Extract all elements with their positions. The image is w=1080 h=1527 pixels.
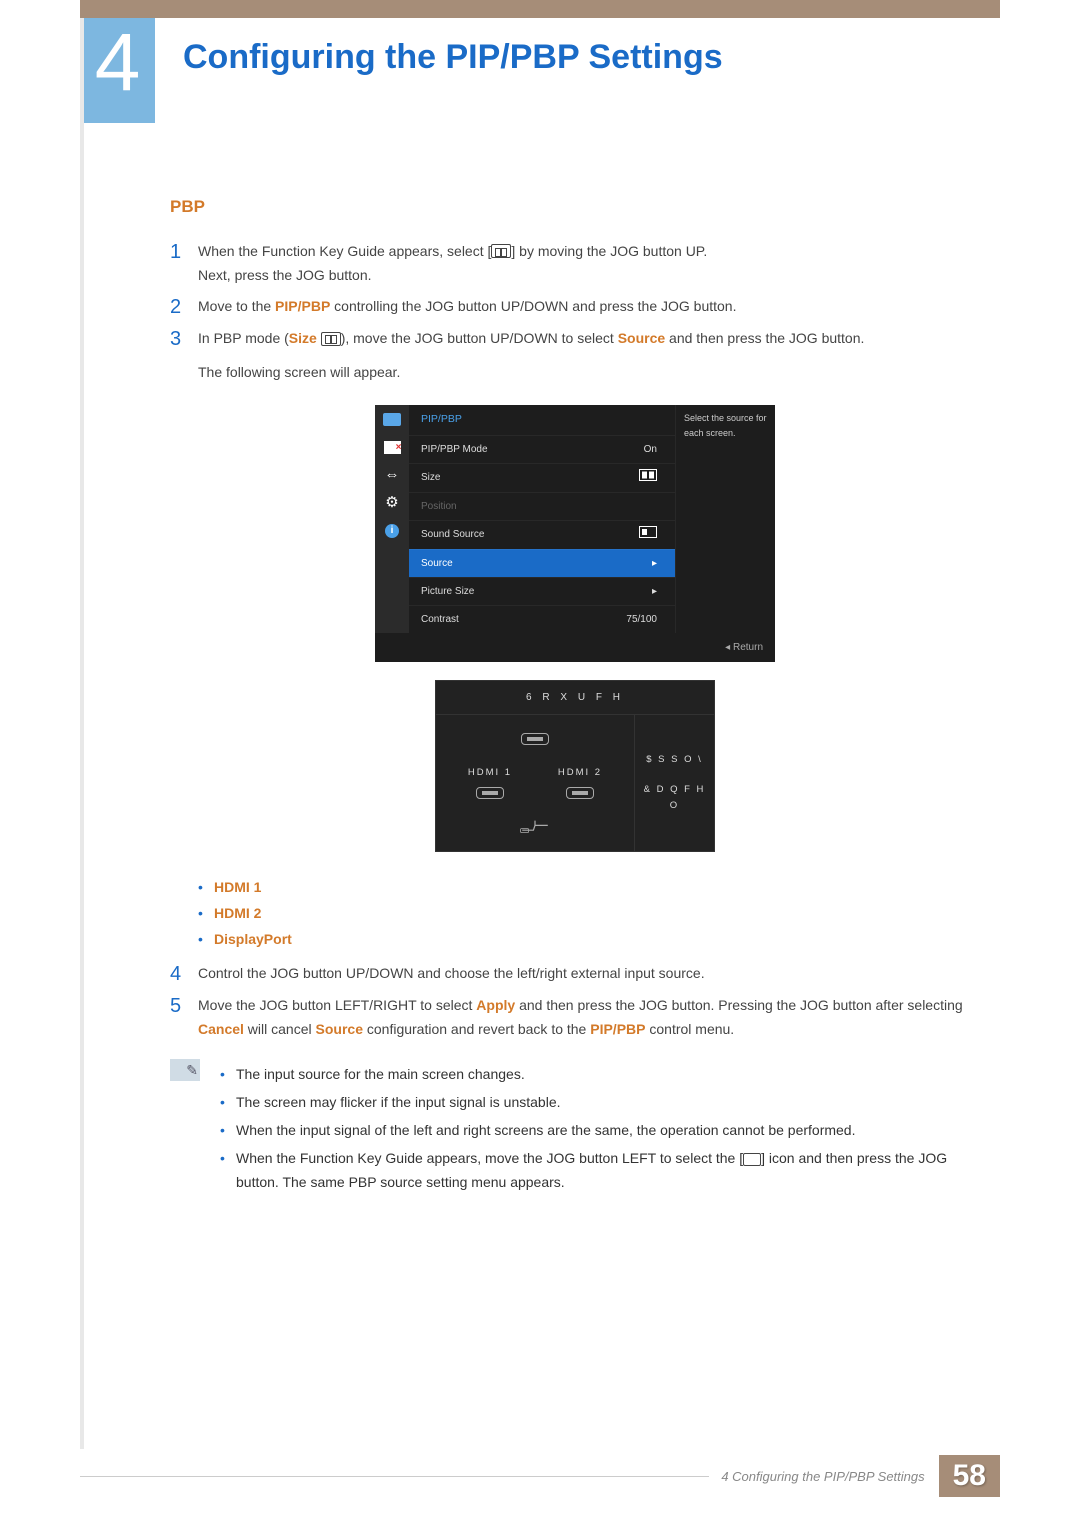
osd2-hdmi1: HDMI 1 xyxy=(460,765,520,811)
page-footer: 4 Configuring the PIP/PBP Settings 58 xyxy=(80,1455,1000,1497)
menu-grid-icon xyxy=(491,244,511,258)
page: 4 Configuring the PIP/PBP Settings PBP 1… xyxy=(0,0,1080,1527)
osd-help-text: Select the source for each screen. xyxy=(675,405,775,633)
osd-footer: ◂ Return xyxy=(375,633,775,662)
osd2-apply: $ S S O \ xyxy=(639,752,710,768)
top-accent-bar xyxy=(80,0,1000,18)
note-block: •The input source for the main screen ch… xyxy=(170,1059,980,1198)
displayport-icon xyxy=(518,819,552,835)
osd-main: PIP/PBP PIP/PBP ModeOn Size Position Sou… xyxy=(409,405,675,633)
note-icon xyxy=(170,1059,200,1081)
osd-row-position: Position xyxy=(409,492,675,520)
osd-row-mode: PIP/PBP ModeOn xyxy=(409,435,675,463)
osd-row-source: Source▸ xyxy=(409,549,675,577)
osd-sidebar: i xyxy=(375,405,409,633)
step-text: In PBP mode (Size ), move the JOG button… xyxy=(198,327,980,385)
sound-left-icon xyxy=(639,526,657,544)
osd2-cancel: & D Q F H O xyxy=(639,782,710,814)
pbp-size-icon xyxy=(321,332,341,346)
pip-tab-icon xyxy=(382,467,402,483)
step-text: Control the JOG button UP/DOWN and choos… xyxy=(198,962,980,986)
chevron-right-icon: ▸ xyxy=(652,583,657,600)
step-5: 5 Move the JOG button LEFT/RIGHT to sele… xyxy=(170,994,980,1042)
chapter-badge: 4 xyxy=(80,18,155,123)
return-arrow-icon: ◂ xyxy=(725,642,733,653)
option-hdmi1: HDMI 1 xyxy=(214,876,261,900)
pbp-split-icon xyxy=(639,469,657,487)
step-3: 3 In PBP mode (Size ), move the JOG butt… xyxy=(170,327,980,385)
step-number: 2 xyxy=(170,295,198,319)
step-number: 1 xyxy=(170,240,198,288)
step-2: 2 Move to the PIP/PBP controlling the JO… xyxy=(170,295,980,319)
osd2-left-panel: HDMI 1 HDMI 2 xyxy=(436,715,634,851)
note-list: •The input source for the main screen ch… xyxy=(220,1059,980,1198)
osd-row-size: Size xyxy=(409,463,675,492)
footer-chapter-label: 4 Configuring the PIP/PBP Settings xyxy=(721,1469,924,1484)
source-icon xyxy=(743,1153,761,1166)
page-number: 58 xyxy=(939,1455,1000,1497)
section-heading: PBP xyxy=(170,193,980,222)
step-text: Move the JOG button LEFT/RIGHT to select… xyxy=(198,994,980,1042)
osd-row-picsize: Picture Size▸ xyxy=(409,577,675,605)
hdmi-port-icon xyxy=(521,733,549,745)
osd-title: PIP/PBP xyxy=(409,405,675,435)
picture-tab-icon xyxy=(382,411,402,427)
hdmi-port-icon xyxy=(566,787,594,799)
option-displayport: DisplayPort xyxy=(214,928,292,952)
step-1: 1 When the Function Key Guide appears, s… xyxy=(170,240,980,288)
info-tab-icon: i xyxy=(382,523,402,539)
osd-row-sound: Sound Source xyxy=(409,520,675,549)
settings-tab-icon xyxy=(382,495,402,511)
step-text: When the Function Key Guide appears, sel… xyxy=(198,240,980,288)
step-text: Move to the PIP/PBP controlling the JOG … xyxy=(198,295,980,319)
osd-row-contrast: Contrast75/100 xyxy=(409,605,675,633)
page-header: 4 Configuring the PIP/PBP Settings xyxy=(0,0,1080,123)
image-tab-icon xyxy=(382,439,402,455)
left-accent-bar xyxy=(80,18,84,1449)
hdmi-port-icon xyxy=(476,787,504,799)
step-number: 3 xyxy=(170,327,198,385)
step-number: 5 xyxy=(170,994,198,1042)
step-4: 4 Control the JOG button UP/DOWN and cho… xyxy=(170,962,980,986)
osd2-right-panel: $ S S O \ & D Q F H O xyxy=(634,715,714,851)
page-title: Configuring the PIP/PBP Settings xyxy=(155,18,723,77)
osd2-hdmi2: HDMI 2 xyxy=(550,765,610,811)
osd2-title: 6 R X U F H xyxy=(436,681,714,715)
footer-rule xyxy=(80,1476,709,1477)
osd-menu-screenshot: i PIP/PBP PIP/PBP ModeOn Size Position S… xyxy=(375,405,775,662)
chevron-right-icon: ▸ xyxy=(652,555,657,572)
source-options-list: •HDMI 1 •HDMI 2 •DisplayPort xyxy=(198,876,980,951)
step-number: 4 xyxy=(170,962,198,986)
content: PBP 1 When the Function Key Guide appear… xyxy=(0,123,1080,1198)
option-hdmi2: HDMI 2 xyxy=(214,902,261,926)
osd-source-screenshot: 6 R X U F H HDMI 1 HDMI 2 $ S S O \ & D … xyxy=(435,680,715,852)
